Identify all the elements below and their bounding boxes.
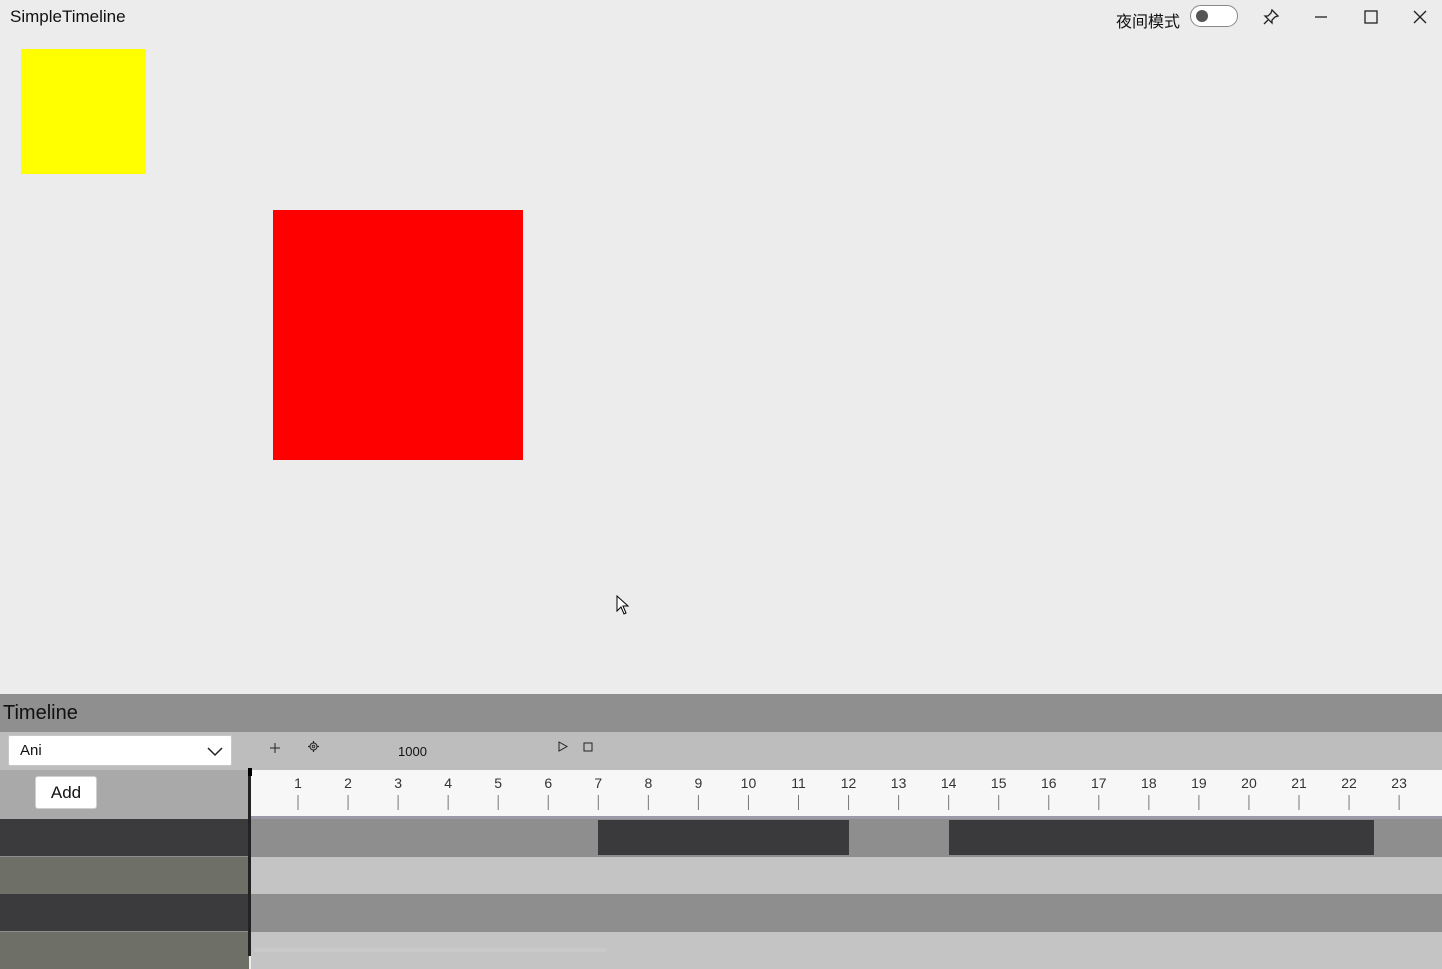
settings-button[interactable]: [308, 739, 319, 755]
ruler-tick-label: 20: [1241, 775, 1257, 791]
track-row[interactable]: [251, 856, 1442, 894]
timeline-toolbar: Ani 1000: [0, 732, 1442, 770]
minimize-button[interactable]: [1298, 2, 1344, 32]
ruler-tick-label: 2: [344, 775, 352, 791]
play-icon: [558, 741, 569, 752]
close-icon: [1413, 10, 1427, 24]
chevron-down-icon: [207, 747, 223, 757]
maximize-button[interactable]: [1348, 2, 1394, 32]
ruler-tick-label: 21: [1291, 775, 1307, 791]
track-header-row[interactable]: [0, 894, 249, 931]
time-ruler[interactable]: 1 2 3 4 5 6 7 8 9 10 11 12 13 14 15 16 17 18 19 20 21 22 23: [250, 770, 1442, 819]
track-header-row[interactable]: [0, 931, 249, 969]
night-mode-label: 夜间模式: [1116, 12, 1181, 31]
minimize-icon: [1315, 16, 1327, 18]
timeline-panel: Timeline Ani 1000 Add 1 2 3 4 5 6 7 8 9 …: [0, 694, 1442, 969]
ruler-tick-label: 18: [1141, 775, 1157, 791]
yellow-square[interactable]: [21, 49, 146, 174]
add-animation-button[interactable]: [270, 740, 280, 756]
ruler-tick-label: 11: [791, 775, 806, 791]
track-row[interactable]: [251, 894, 1442, 931]
title-bar: SimpleTimeline 夜间模式: [0, 0, 1442, 34]
ruler-tick-label: 23: [1391, 775, 1407, 791]
ruler-tick-label: 19: [1191, 775, 1207, 791]
night-mode-toggle[interactable]: [1190, 5, 1238, 27]
track-clip[interactable]: [598, 820, 849, 855]
app-title: SimpleTimeline: [10, 7, 126, 26]
timeline-title: Timeline: [3, 702, 78, 724]
animation-select[interactable]: Ani: [8, 735, 232, 766]
duration-value[interactable]: 1000: [398, 744, 427, 759]
horizontal-scrollbar[interactable]: [253, 948, 607, 952]
ruler-tick-label: 22: [1341, 775, 1357, 791]
stop-button[interactable]: [583, 739, 593, 755]
maximize-icon: [1364, 10, 1378, 24]
track-clip[interactable]: [948, 820, 1375, 855]
toggle-knob: [1196, 10, 1208, 22]
ruler-tick-label: 8: [644, 775, 652, 791]
track-header-row[interactable]: [0, 856, 249, 894]
track-row[interactable]: [251, 819, 1442, 856]
add-icon: [270, 743, 280, 753]
ruler-tick-label: 1: [294, 775, 302, 791]
ruler-tick-label: 5: [494, 775, 502, 791]
ruler-tick-label: 12: [841, 775, 857, 791]
ruler-tick-label: 13: [891, 775, 907, 791]
ruler-ticks: 1 2 3 4 5 6 7 8 9 10 11 12 13 14 15 16 17 18 19 20 21 22 23: [294, 775, 1407, 810]
playhead-marker[interactable]: [247, 768, 252, 776]
playhead-line[interactable]: [247, 768, 252, 956]
ruler-tick-label: 14: [941, 775, 957, 791]
ruler-tick-label: 9: [695, 775, 703, 791]
ruler-tick-label: 15: [991, 775, 1007, 791]
settings-icon: [308, 741, 319, 752]
ruler-tick-label: 17: [1091, 775, 1107, 791]
pin-icon: [1263, 8, 1280, 25]
ruler-tick-label: 6: [544, 775, 552, 791]
ruler-tick-label: 4: [444, 775, 452, 791]
stop-icon: [583, 742, 593, 752]
animation-select-value: Ani: [20, 742, 42, 759]
play-button[interactable]: [558, 739, 569, 755]
stage-canvas: [0, 34, 1442, 694]
track-header-row[interactable]: [0, 819, 249, 856]
mouse-cursor-icon: [616, 595, 630, 615]
close-button[interactable]: [1397, 2, 1442, 32]
pin-button[interactable]: [1248, 2, 1294, 32]
track-list-header: Add: [0, 770, 249, 819]
add-track-button[interactable]: Add: [35, 776, 97, 809]
ruler-tick-label: 10: [741, 775, 757, 791]
ruler-tick-label: 7: [594, 775, 602, 791]
ruler-tick-label: 3: [394, 775, 402, 791]
red-square[interactable]: [273, 210, 523, 460]
ruler-tick-label: 16: [1041, 775, 1057, 791]
timeline-header: Timeline: [0, 694, 1442, 732]
